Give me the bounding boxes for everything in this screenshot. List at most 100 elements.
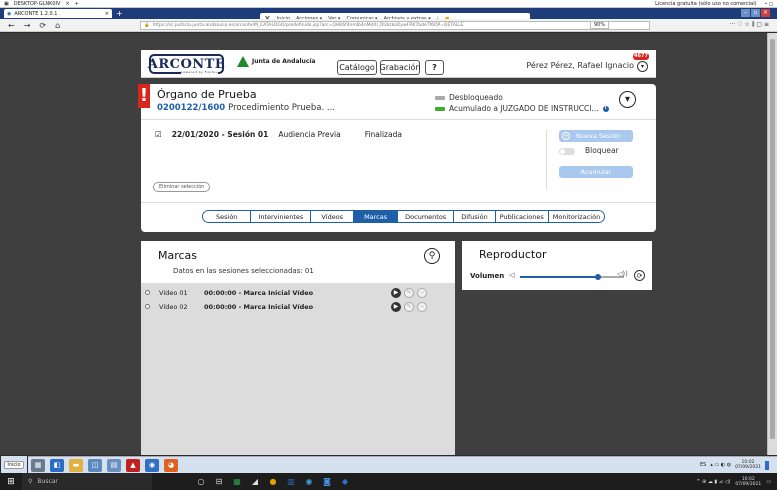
taskview-icon[interactable]: ○ bbox=[192, 477, 210, 486]
delete-icon[interactable]: − bbox=[417, 301, 427, 312]
tab-intervinientes[interactable]: Intervinientes bbox=[251, 211, 312, 222]
marcas-panel: Marcas Datos en las sesiones seleccionad… bbox=[141, 241, 455, 455]
chrome-icon[interactable]: ● bbox=[264, 477, 282, 486]
search-box[interactable]: ⚲ Buscar bbox=[22, 473, 152, 490]
reproductor-title: Reproductor bbox=[479, 248, 547, 261]
tray-lang[interactable]: ES bbox=[700, 462, 706, 468]
show-desktop-button[interactable] bbox=[765, 460, 769, 470]
tab-marcas[interactable]: Marcas bbox=[354, 211, 399, 222]
list-item[interactable]: Vídeo 01 00:00:00 - Marca Inicial Vídeo … bbox=[141, 287, 455, 298]
user-menu-icon[interactable]: ▾ bbox=[637, 61, 648, 72]
taskbar-app-icon[interactable]: ◧ bbox=[50, 458, 64, 472]
window-close-button[interactable]: × bbox=[761, 9, 770, 17]
firefox-icon[interactable]: ◕ bbox=[164, 458, 178, 472]
list-item[interactable]: Vídeo 02 00:00:00 - Marca Inicial Vídeo … bbox=[141, 301, 455, 312]
info-icon[interactable]: i bbox=[602, 105, 609, 112]
expand-icon[interactable]: ▾ bbox=[619, 91, 636, 108]
window-minimize-button[interactable]: – bbox=[741, 9, 750, 17]
nav-buttons: ← → ⟳ ⌂ bbox=[0, 21, 140, 30]
taskbar-pin-icon[interactable]: ◆ bbox=[336, 477, 354, 486]
refresh-icon[interactable]: ⟳ bbox=[634, 270, 645, 281]
remote-close[interactable]: × bbox=[65, 1, 69, 7]
alert-icon: ! bbox=[138, 84, 150, 108]
new-tab-button[interactable]: + bbox=[116, 9, 123, 18]
scroll-thumb[interactable] bbox=[770, 39, 775, 439]
window-restore-button[interactable]: ▫ bbox=[751, 9, 760, 17]
tab-documentos[interactable]: Documentos bbox=[398, 211, 455, 222]
address-bar: ← → ⟳ ⌂ 🔒 https://sc.justicia.junta-anda… bbox=[0, 19, 777, 32]
remote-start-button[interactable]: Inicio bbox=[1, 456, 27, 473]
taskbar-app-icon[interactable]: ◉ bbox=[145, 458, 159, 472]
row-radio[interactable] bbox=[145, 304, 150, 309]
reload-icon[interactable]: ⟳ bbox=[39, 21, 46, 30]
browser-tab[interactable]: ◉ ARCONTE 1.2.0.1 × bbox=[4, 9, 112, 18]
tray-date: 07/09/2021 bbox=[735, 465, 761, 470]
tab-difusion[interactable]: Difusión bbox=[454, 211, 496, 222]
forward-icon[interactable]: → bbox=[24, 21, 31, 30]
sesion-row[interactable]: ☑ 22/01/2020 - Sesión 01 Audiencia Previ… bbox=[155, 130, 402, 139]
taskbar-app-icon[interactable]: ▤ bbox=[107, 458, 121, 472]
taskbar-app-icon[interactable]: ◫ bbox=[88, 458, 102, 472]
tab-publicaciones[interactable]: Publicaciones bbox=[495, 211, 549, 222]
play-icon[interactable]: ▶ bbox=[391, 301, 401, 312]
notifications-icon[interactable]: ▭ bbox=[766, 479, 771, 485]
play-icon[interactable]: ▶ bbox=[391, 287, 401, 298]
junta-logo: Junta de Andalucía bbox=[237, 56, 315, 67]
remote-new[interactable]: + bbox=[75, 1, 79, 7]
tabs-divider bbox=[141, 202, 656, 203]
detail-tabs: Sesión Intervinientes Vídeos Marcas Docu… bbox=[202, 210, 606, 223]
sesion-checkbox[interactable]: ☑ bbox=[155, 130, 162, 139]
grabacion-button[interactable]: Grabación bbox=[380, 60, 420, 75]
notification-badge[interactable]: 4677 bbox=[633, 53, 649, 60]
remote-window-controls[interactable]: – ◻ bbox=[765, 1, 773, 7]
tab-title: ARCONTE 1.2.0.1 bbox=[14, 10, 58, 17]
reproductor-panel: Reproductor Volumen ◁ ◁)) ⟳ bbox=[462, 241, 652, 290]
delete-icon[interactable]: − bbox=[417, 287, 427, 298]
tab-videos[interactable]: Vídeos bbox=[311, 211, 355, 222]
edit-icon[interactable]: ✎ bbox=[404, 301, 414, 312]
taskbar-pin-icon[interactable]: ▦ bbox=[228, 477, 246, 486]
folder-icon[interactable]: ▬ bbox=[69, 458, 83, 472]
marcas-list: Vídeo 01 00:00:00 - Marca Inicial Vídeo … bbox=[141, 283, 455, 455]
url-input[interactable]: 🔒 https://sc.justicia.junta-andalucia.es… bbox=[140, 20, 650, 30]
tab-sesion[interactable]: Sesión bbox=[203, 211, 252, 222]
eliminar-seleccion-button[interactable]: Eliminar selección bbox=[153, 182, 211, 192]
app-header: ARCONTE powered by Fujitsu Junta de Andal… bbox=[141, 50, 656, 78]
help-button[interactable]: ? bbox=[425, 60, 444, 75]
tray-clock[interactable]: 10:02 07/09/2021 bbox=[735, 460, 761, 470]
tray-icons[interactable]: ▴ ▭ ◐ ◍ bbox=[710, 462, 731, 468]
search-icon[interactable]: ⚲ bbox=[424, 248, 440, 264]
edit-icon[interactable]: ✎ bbox=[404, 287, 414, 298]
taskbar-pin-icon[interactable]: ▥ bbox=[282, 477, 300, 486]
taskbar-app-icon[interactable]: ▦ bbox=[31, 458, 45, 472]
user-name[interactable]: Pérez Pérez, Rafael Ignacio bbox=[526, 61, 634, 70]
browser-right-icons[interactable]: ··· ♡ ☆ ⫼ ▢ ≡ bbox=[730, 21, 777, 29]
windows-clock[interactable]: 10:02 07/09/2021 bbox=[735, 477, 761, 487]
nueva-sesion-button[interactable]: + Nueva Sesión bbox=[559, 130, 633, 142]
pdf-icon[interactable]: ▲ bbox=[126, 458, 140, 472]
taskbar-pin-icon[interactable]: ◉ bbox=[300, 477, 318, 486]
url-text: https://sc.justicia.junta-andalucia.es/a… bbox=[152, 22, 464, 28]
windows-start-icon[interactable]: ⊞ bbox=[0, 477, 22, 487]
bloquear-toggle[interactable] bbox=[559, 148, 575, 155]
zoom-level[interactable]: 90% bbox=[590, 21, 610, 29]
home-icon[interactable]: ⌂ bbox=[55, 21, 60, 30]
row-radio[interactable] bbox=[145, 290, 150, 295]
junta-text: Junta de Andalucía bbox=[252, 58, 316, 65]
volume-low-icon[interactable]: ◁ bbox=[509, 271, 514, 279]
volume-high-icon[interactable]: ◁)) bbox=[617, 270, 628, 278]
taskbar-pin-icon[interactable]: ◢ bbox=[246, 477, 264, 486]
row-actions: ▶ ✎ − bbox=[391, 287, 427, 298]
row-video: Vídeo 01 bbox=[159, 288, 188, 297]
page-scrollbar[interactable] bbox=[767, 33, 777, 455]
tray-icons[interactable]: ^ ⊕ ☁ ▮ ⊿ ◁) bbox=[696, 479, 730, 485]
arconte-logo[interactable]: ARCONTE powered by Fujitsu bbox=[148, 54, 225, 74]
acumular-button[interactable]: Acumular bbox=[559, 166, 633, 178]
back-icon[interactable]: ← bbox=[8, 21, 15, 30]
tab-monitorizacion[interactable]: Monitorización bbox=[548, 211, 605, 222]
tab-close-icon[interactable]: × bbox=[105, 11, 109, 17]
volume-knob[interactable] bbox=[595, 274, 601, 280]
taskbar-pin-icon[interactable]: ⊟ bbox=[210, 477, 228, 486]
catalogo-button[interactable]: Catálogo bbox=[337, 60, 377, 75]
taskbar-pin-icon[interactable]: ◙ bbox=[318, 477, 336, 486]
